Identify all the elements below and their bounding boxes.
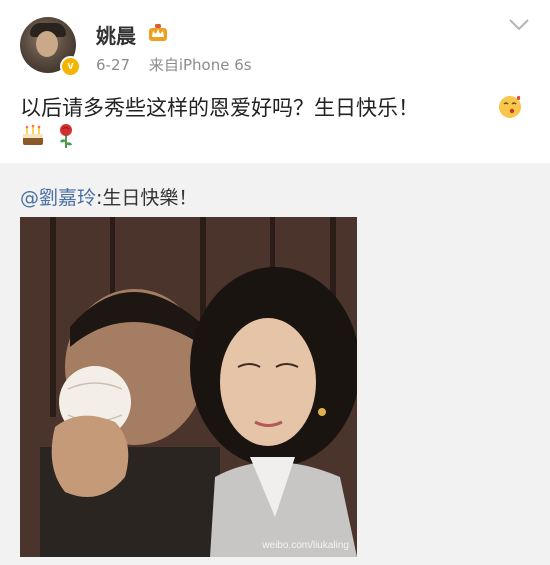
avatar-face xyxy=(36,31,58,57)
repost-body: :生日快樂！ xyxy=(96,187,198,209)
username[interactable]: 姚晨 xyxy=(96,20,136,49)
crown-icon xyxy=(149,24,167,41)
repost-mention[interactable]: @劉嘉玲 xyxy=(20,187,96,209)
cake-emoji-icon xyxy=(23,124,43,145)
rose-emoji-icon xyxy=(60,124,72,148)
photo-illustration xyxy=(20,217,357,557)
repost-text: @劉嘉玲:生日快樂！ xyxy=(20,183,197,210)
repost-card[interactable]: @劉嘉玲:生日快樂！ weibo.com/liukaling xyxy=(0,163,550,565)
chevron-down-icon[interactable] xyxy=(508,18,530,32)
repost-photo[interactable]: weibo.com/liukaling xyxy=(20,217,357,557)
photo-watermark: weibo.com/liukaling xyxy=(262,540,349,551)
post-date: 6-27 xyxy=(96,56,131,74)
kiss-emoji-icon xyxy=(499,95,521,118)
post-meta: 6-27 来自iPhone 6s xyxy=(96,54,252,75)
post-source[interactable]: 来自iPhone 6s xyxy=(149,56,252,74)
post-content: 以后请多秀些这样的恩爱好吗？生日快乐！ xyxy=(20,96,419,120)
weibo-post: v 姚晨 6-27 来自iPhone 6s 以后请多秀些这样的恩爱好吗？生日快乐… xyxy=(0,0,550,160)
verified-badge: v xyxy=(60,56,81,77)
